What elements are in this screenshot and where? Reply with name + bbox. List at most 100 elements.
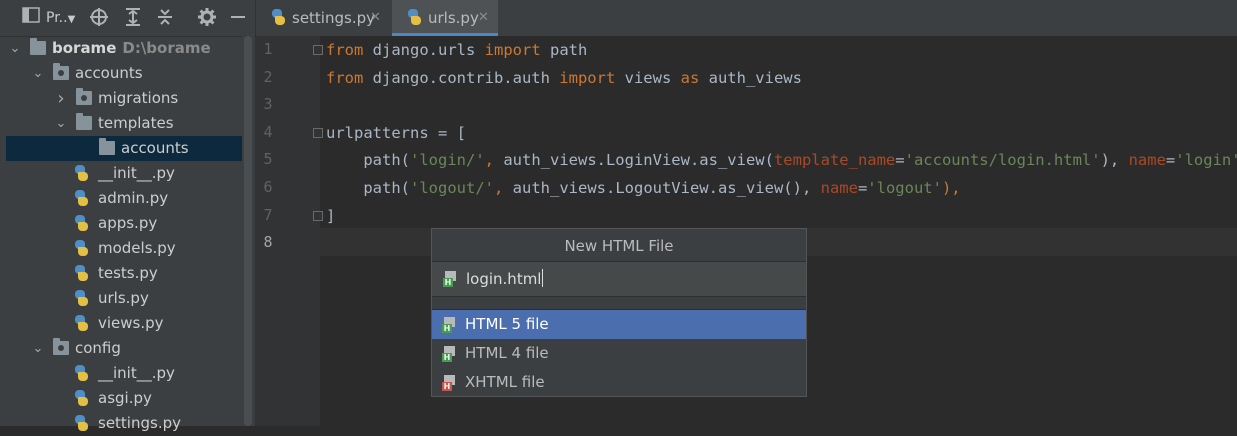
tree-item-label: admin.py — [98, 189, 169, 207]
chevron-down-icon[interactable]: ⌄ — [8, 36, 22, 61]
tree-item-urls-py[interactable]: urls.py — [6, 286, 254, 311]
project-tree: ⌄ borame D:\borame ⌄ accounts › migrations ⌄ tem… — [6, 36, 254, 432]
tree-item-label: apps.py — [98, 214, 158, 232]
tree-item-accounts[interactable]: ⌄ accounts — [6, 61, 254, 86]
tree-item-label: tests.py — [98, 264, 158, 282]
tab-settings-py[interactable]: settings.py ✕ — [256, 0, 390, 36]
folder-icon — [30, 38, 46, 55]
tab-label: settings.py — [292, 9, 375, 27]
code-token: name — [1128, 151, 1166, 170]
tree-item-borame[interactable]: ⌄ borame D:\borame — [6, 36, 254, 61]
tree-item-label: accounts — [75, 64, 143, 82]
chevron-down-icon[interactable]: ⌄ — [31, 61, 45, 86]
expand-all-icon[interactable] — [123, 7, 143, 29]
code-token: = — [1165, 151, 1176, 170]
code-token: auth_views.LoginView.as_view( — [503, 151, 774, 170]
file-type-label: XHTML file — [465, 373, 545, 391]
code-line: urlpatterns = [ — [326, 119, 466, 147]
collapse-all-icon[interactable] — [155, 7, 175, 29]
tree-item-migrations[interactable]: › migrations — [6, 86, 254, 111]
tree-item-views-py[interactable]: views.py — [6, 311, 254, 336]
code-token: ] — [326, 206, 336, 225]
dialog-separator — [432, 297, 806, 310]
tree-item-label: config — [75, 339, 121, 357]
python-file-icon — [73, 215, 89, 232]
tree-item-label: borame D:\borame — [52, 39, 211, 57]
code-line: path('login/', auth_views.LoginView.as_v… — [326, 146, 1237, 174]
code-token: path( — [326, 179, 410, 197]
tree-item-init-py[interactable]: __init__.py — [6, 161, 254, 186]
project-view-dropdown[interactable]: Pr..▼ — [46, 7, 75, 29]
tree-item-label: __init__.py — [98, 364, 175, 382]
tree-item-asgi-py[interactable]: asgi.py — [6, 386, 254, 411]
tree-item-label: views.py — [98, 314, 164, 332]
python-file-icon — [73, 290, 89, 307]
code-token: name — [820, 179, 858, 197]
scrollbar-thumb[interactable] — [244, 36, 252, 426]
line-number: 2 — [263, 67, 273, 86]
tree-item-models-py[interactable]: models.py — [6, 236, 254, 261]
python-file-icon — [73, 390, 89, 407]
code-token: urlpatterns = [ — [326, 123, 466, 142]
code-token: , — [484, 151, 504, 170]
tree-item-label: asgi.py — [98, 389, 152, 407]
tree-item-settings-py[interactable]: settings.py — [6, 411, 254, 436]
tree-item-path: D:\borame — [122, 39, 211, 57]
html4-file-icon: H — [442, 346, 456, 362]
tab-urls-py[interactable]: urls.py ✕ — [392, 0, 498, 36]
tree-item-init-py[interactable]: __init__.py — [6, 361, 254, 386]
code-line: ] — [326, 202, 335, 230]
code-token: template_name — [773, 151, 896, 170]
editor-tabs: settings.py ✕ urls.py ✕ — [256, 0, 1237, 37]
target-icon[interactable] — [89, 7, 109, 29]
code-token: ), — [941, 179, 961, 197]
tree-item-apps-py[interactable]: apps.py — [6, 211, 254, 236]
minimize-icon[interactable] — [229, 7, 247, 29]
fold-marker-icon[interactable] — [313, 127, 323, 138]
gear-icon[interactable] — [197, 7, 217, 29]
chevron-right-icon[interactable]: › — [54, 86, 68, 111]
package-icon — [76, 88, 92, 105]
project-panel-icon[interactable] — [22, 7, 40, 29]
code-token: , — [494, 179, 513, 197]
fold-marker-icon[interactable] — [313, 210, 323, 221]
fold-marker-icon[interactable] — [313, 45, 323, 55]
file-type-html-4-file[interactable]: H HTML 4 file — [432, 339, 806, 368]
code-token: as — [680, 68, 700, 87]
code-token: auth_views.LogoutView.as_view(), — [512, 179, 821, 197]
code-line: from django.contrib.auth import views as… — [326, 64, 802, 92]
code-token: from — [326, 68, 364, 87]
tree-item-label: settings.py — [98, 414, 181, 432]
close-icon[interactable]: ✕ — [478, 0, 489, 36]
chevron-down-icon[interactable]: ⌄ — [31, 336, 45, 361]
line-number: 7 — [263, 205, 273, 224]
python-file-icon — [270, 9, 286, 26]
tree-item-admin-py[interactable]: admin.py — [6, 186, 254, 211]
tree-item-label: __init__.py — [98, 164, 175, 182]
code-token: django.contrib.auth — [363, 68, 560, 87]
text-caret — [542, 269, 544, 287]
line-number: 3 — [263, 95, 273, 114]
package-icon — [53, 63, 69, 80]
chevron-down-icon[interactable]: ⌄ — [54, 111, 68, 136]
tree-scrollbar[interactable] — [242, 36, 254, 426]
tree-item-templates[interactable]: ⌄ templates — [6, 111, 254, 136]
tree-item-tests-py[interactable]: tests.py — [6, 261, 254, 286]
code-token: import — [484, 41, 541, 59]
project-panel: Pr..▼ ⌄ borame D:\borame ⌄ accounts › migratio… — [0, 0, 256, 432]
file-type-html-5-file[interactable]: H HTML 5 file — [432, 310, 806, 339]
chevron-down-icon: ▼ — [67, 14, 76, 25]
tree-item-config[interactable]: ⌄ config — [6, 336, 254, 361]
code-token: ), — [1100, 151, 1129, 170]
filename-input[interactable]: H login.html — [432, 262, 806, 297]
dialog-title: New HTML File — [432, 229, 806, 262]
tree-item-accounts[interactable]: accounts — [6, 136, 254, 161]
close-icon[interactable]: ✕ — [370, 0, 381, 36]
tree-item-label: migrations — [98, 89, 179, 107]
tree-item-label: accounts — [121, 139, 189, 157]
file-type-xhtml-file[interactable]: H XHTML file — [432, 368, 806, 397]
code-token: views — [615, 68, 681, 87]
code-token: 'logout/' — [410, 179, 494, 197]
code-token: = — [857, 179, 868, 197]
code-line: path('logout/', auth_views.LogoutView.as… — [326, 174, 961, 202]
